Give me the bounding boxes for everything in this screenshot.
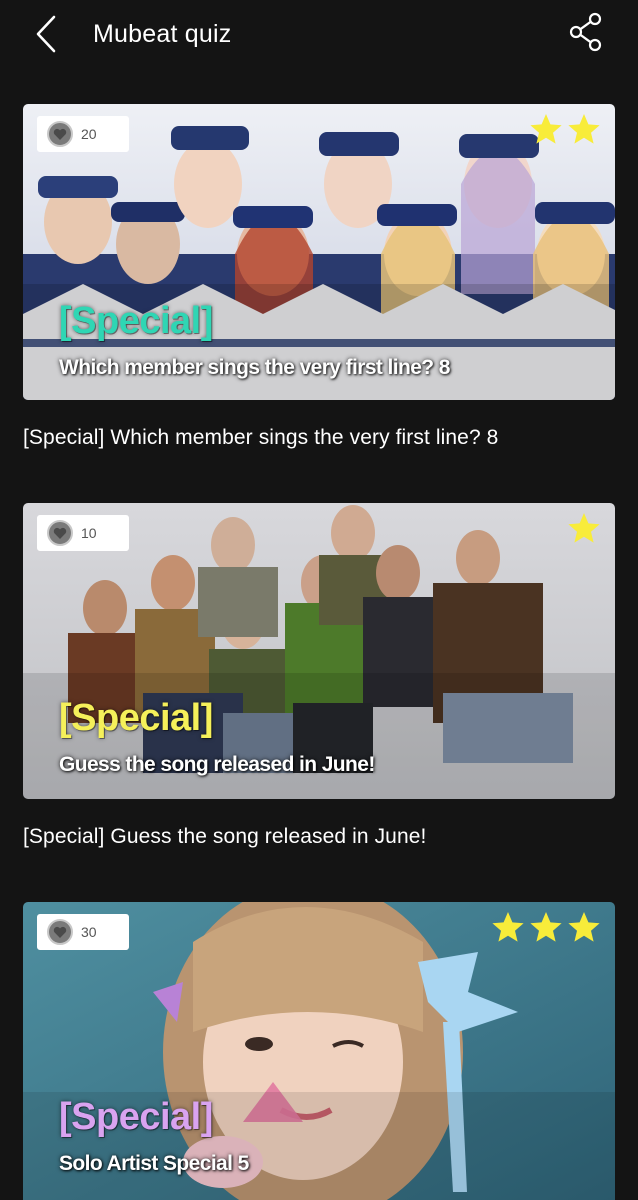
like-badge: 20 — [37, 116, 129, 152]
app-header: Mubeat quiz — [0, 0, 638, 70]
like-count: 10 — [81, 525, 97, 541]
star-icon — [530, 114, 562, 144]
page-title: Mubeat quiz — [93, 20, 232, 48]
like-count: 20 — [81, 126, 97, 142]
quiz-card[interactable]: 30 [Special] Solo Artist Special 5 — [23, 902, 615, 1200]
difficulty-stars — [491, 910, 601, 944]
quiz-caption[interactable]: [Special] Guess the song released in Jun… — [23, 825, 426, 849]
star-icon — [568, 114, 600, 144]
quiz-image-title: Guess the song released in June! — [59, 753, 375, 776]
quiz-tag: [Special] — [59, 1096, 213, 1138]
quiz-caption[interactable]: [Special] Which member sings the very fi… — [23, 426, 498, 450]
star-icon — [530, 912, 562, 942]
quiz-image-title: Solo Artist Special 5 — [59, 1152, 249, 1175]
like-count: 30 — [81, 924, 97, 940]
share-button[interactable] — [564, 10, 608, 54]
like-badge: 10 — [37, 515, 129, 551]
difficulty-stars — [529, 112, 601, 146]
quiz-image-title: Which member sings the very first line? … — [59, 356, 450, 379]
quiz-card[interactable]: 20 [Special] Which member sings the very… — [23, 104, 615, 400]
difficulty-stars — [567, 511, 601, 545]
chevron-left-icon — [36, 15, 56, 53]
star-icon — [568, 513, 600, 543]
quiz-tag: [Special] — [59, 300, 213, 342]
quiz-card[interactable]: 10 [Special] Guess the song released in … — [23, 503, 615, 799]
quiz-tag: [Special] — [59, 697, 213, 739]
share-icon — [569, 12, 602, 52]
back-button[interactable] — [28, 12, 64, 56]
like-badge: 30 — [37, 914, 129, 950]
heart-icon — [47, 121, 73, 147]
heart-icon — [47, 520, 73, 546]
heart-icon — [47, 919, 73, 945]
star-icon — [568, 912, 600, 942]
star-icon — [492, 912, 524, 942]
